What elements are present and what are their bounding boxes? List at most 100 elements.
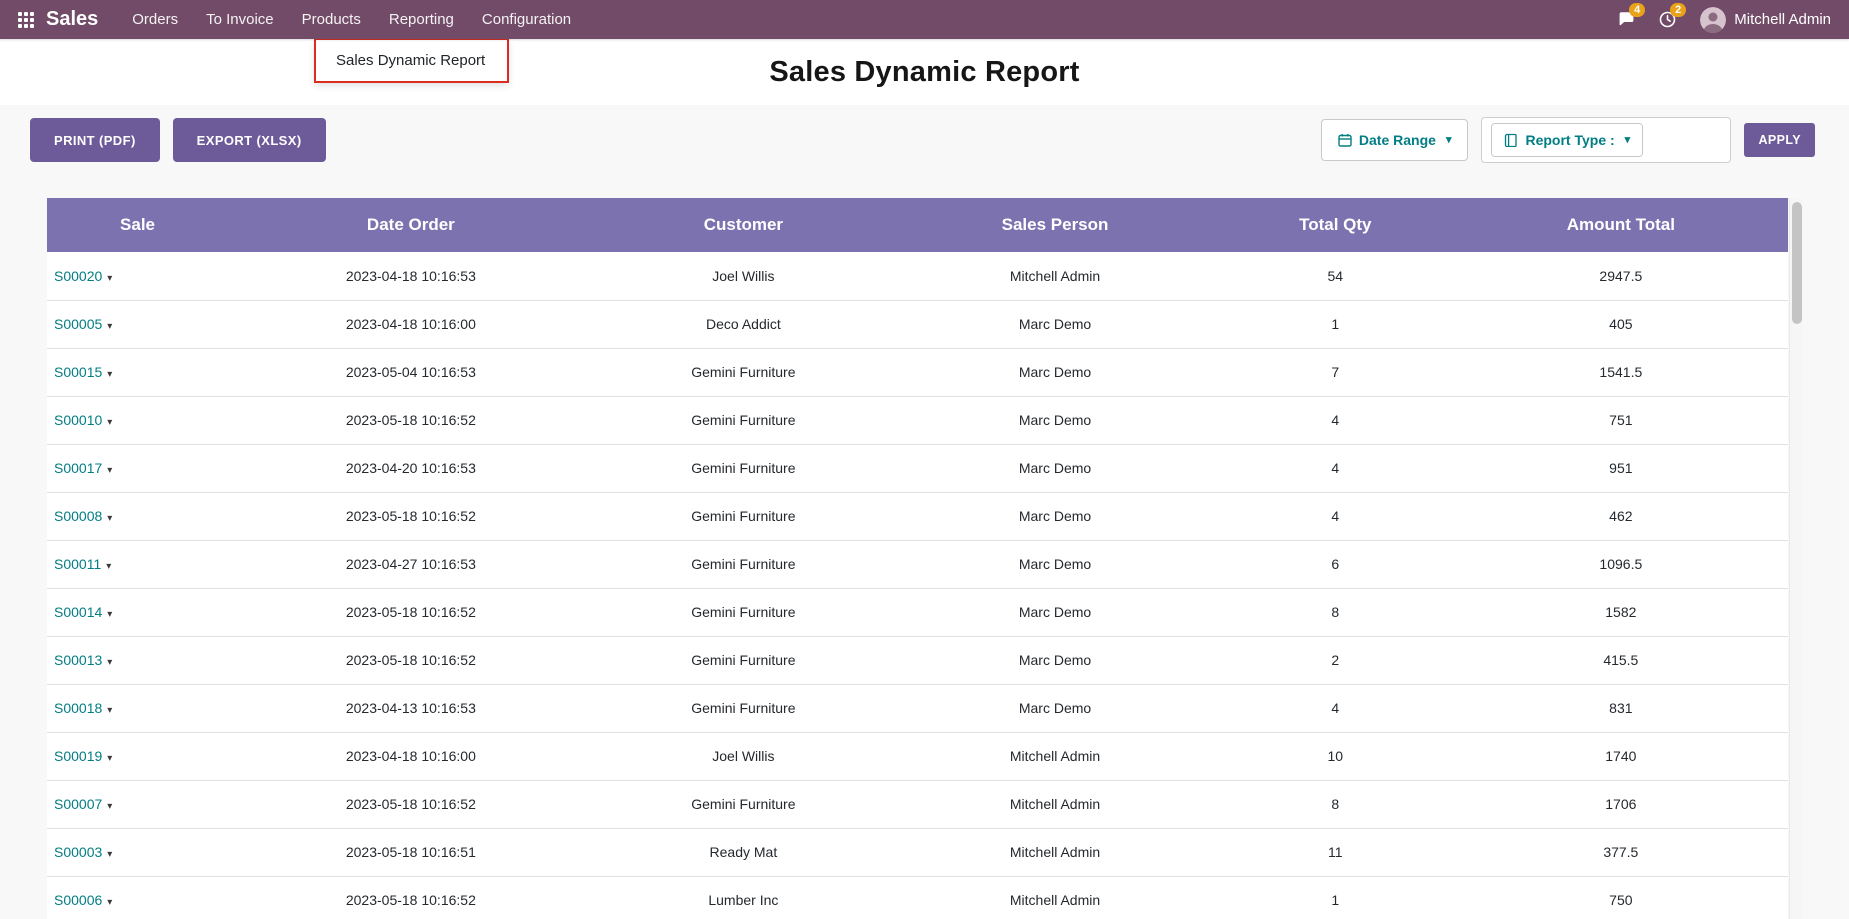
messages-badge: 4: [1629, 3, 1645, 17]
export-xlsx-button[interactable]: EXPORT (XLSX): [173, 118, 326, 162]
date-range-dropdown-button[interactable]: Date Range ▾: [1321, 119, 1469, 161]
cell-total-qty: 4: [1217, 492, 1454, 540]
table-scrollbar[interactable]: [1789, 198, 1803, 919]
column-header-sale: Sale: [47, 198, 228, 252]
cell-total-qty: 1: [1217, 876, 1454, 919]
table-row: S00020▾2023-04-18 10:16:53Joel WillisMit…: [47, 252, 1788, 300]
caret-down-icon[interactable]: ▾: [107, 321, 112, 332]
activities-badge: 2: [1670, 3, 1686, 17]
sale-order-link[interactable]: S00005: [54, 316, 102, 332]
cell-sale: S00018 ▾: [47, 684, 228, 732]
cell-sales-person: Marc Demo: [893, 636, 1217, 684]
caret-down-icon[interactable]: ▾: [107, 897, 112, 908]
sale-order-link[interactable]: S00017: [54, 460, 102, 476]
apps-menu-button[interactable]: [10, 6, 42, 34]
caret-down-icon[interactable]: ▾: [107, 753, 112, 764]
cell-sale: S00014 ▾: [47, 588, 228, 636]
toolbar-filters: Date Range ▾ Report Type : ▾ APPLY: [1321, 117, 1815, 163]
scrollbar-thumb[interactable]: [1792, 202, 1802, 324]
sale-order-link[interactable]: S00008: [54, 508, 102, 524]
sale-order-link[interactable]: S00013: [54, 652, 102, 668]
cell-total-qty: 4: [1217, 444, 1454, 492]
calendar-icon: [1338, 133, 1352, 147]
caret-down-icon[interactable]: ▾: [107, 273, 112, 284]
cell-sale: S00020 ▾: [47, 252, 228, 300]
caret-down-icon[interactable]: ▾: [106, 561, 111, 572]
user-menu[interactable]: Mitchell Admin: [1700, 7, 1831, 33]
caret-down-icon[interactable]: ▾: [107, 417, 112, 428]
table-row: S00014▾2023-05-18 10:16:52Gemini Furnitu…: [47, 588, 1788, 636]
table-row: S00013▾2023-05-18 10:16:52Gemini Furnitu…: [47, 636, 1788, 684]
sale-order-link[interactable]: S00003: [54, 844, 102, 860]
cell-sales-person: Mitchell Admin: [893, 252, 1217, 300]
cell-total-qty: 4: [1217, 684, 1454, 732]
column-header-total-qty: Total Qty: [1217, 198, 1454, 252]
menu-item-sales-dynamic-report[interactable]: Sales Dynamic Report: [316, 40, 507, 81]
sale-order-link[interactable]: S00020: [54, 268, 102, 284]
caret-down-icon[interactable]: ▾: [107, 465, 112, 476]
table-row: S00008 ▾ 2023-05-18 10:16:52Gemini Furnitu…: [47, 492, 1788, 540]
caret-down-icon[interactable]: ▾: [107, 513, 112, 524]
table-row: S00017▾2023-04-20 10:16:53Gemini Furnitu…: [47, 444, 1788, 492]
cell-total-qty: 10: [1217, 732, 1454, 780]
page-title: Sales Dynamic Report: [769, 56, 1079, 89]
cell-date-order: 2023-05-18 10:16:52: [228, 636, 594, 684]
activities-button[interactable]: 2: [1659, 11, 1676, 28]
cell-date-order: 2023-04-20 10:16:53: [228, 444, 594, 492]
cell-date-order: 2023-05-18 10:16:52: [228, 492, 594, 540]
nav-item-products[interactable]: Products: [288, 0, 375, 39]
sale-order-link[interactable]: S00006: [54, 892, 102, 908]
cell-amount-total: 831: [1454, 684, 1788, 732]
caret-down-icon[interactable]: ▾: [107, 657, 112, 668]
caret-down-icon[interactable]: ▾: [107, 801, 112, 812]
sale-order-link[interactable]: S00014: [54, 604, 102, 620]
cell-customer: Gemini Furniture: [594, 684, 893, 732]
cell-sales-person: Mitchell Admin: [893, 828, 1217, 876]
apply-button[interactable]: APPLY: [1744, 123, 1815, 157]
cell-sales-person: Marc Demo: [893, 444, 1217, 492]
sale-order-link[interactable]: S00010: [54, 412, 102, 428]
caret-down-icon[interactable]: ▾: [107, 369, 112, 380]
sale-order-link[interactable]: S00015: [54, 364, 102, 380]
caret-down-icon[interactable]: ▾: [107, 609, 112, 620]
table-row: S00007▾2023-05-18 10:16:52Gemini Furnitu…: [47, 780, 1788, 828]
user-avatar: [1700, 7, 1726, 33]
cell-customer: Gemini Furniture: [594, 396, 893, 444]
report-type-dropdown-button[interactable]: Report Type : ▾: [1491, 123, 1643, 157]
nav-item-reporting[interactable]: Reporting: [375, 0, 468, 39]
apps-grid-icon: [18, 12, 34, 28]
report-type-group: Report Type : ▾: [1481, 117, 1731, 163]
cell-date-order: 2023-05-18 10:16:51: [228, 828, 594, 876]
book-icon: [1504, 133, 1518, 147]
caret-down-icon[interactable]: ▾: [107, 849, 112, 860]
nav-item-orders[interactable]: Orders: [118, 0, 192, 39]
cell-sale: S00007 ▾: [47, 780, 228, 828]
cell-date-order: 2023-04-18 10:16:00: [228, 732, 594, 780]
sale-order-link[interactable]: S00018: [54, 700, 102, 716]
app-brand[interactable]: Sales: [46, 8, 98, 31]
messages-button[interactable]: 4: [1618, 11, 1635, 28]
cell-sales-person: Marc Demo: [893, 684, 1217, 732]
cell-date-order: 2023-04-13 10:16:53: [228, 684, 594, 732]
cell-sales-person: Marc Demo: [893, 492, 1217, 540]
sale-order-link[interactable]: S00019: [54, 748, 102, 764]
cell-customer: Gemini Furniture: [594, 780, 893, 828]
cell-total-qty: 54: [1217, 252, 1454, 300]
print-pdf-button[interactable]: PRINT (PDF): [30, 118, 160, 162]
table-row: S00006▾2023-05-18 10:16:52Lumber IncMitc…: [47, 876, 1788, 919]
table-row: S00018 ▾ 2023-04-13 10:16:53Gemini Furnitu…: [47, 684, 1788, 732]
cell-sale: S00019 ▾: [47, 732, 228, 780]
nav-item-configuration[interactable]: Configuration: [468, 0, 585, 39]
cell-customer: Gemini Furniture: [594, 492, 893, 540]
column-header-customer: Customer: [594, 198, 893, 252]
cell-customer: Ready Mat: [594, 828, 893, 876]
sale-order-link[interactable]: S00007: [54, 796, 102, 812]
cell-sales-person: Marc Demo: [893, 300, 1217, 348]
caret-down-icon[interactable]: ▾: [107, 705, 112, 716]
sale-order-link[interactable]: S00011: [54, 556, 101, 572]
nav-item-to-invoice[interactable]: To Invoice: [192, 0, 288, 39]
caret-down-icon: ▾: [1446, 135, 1452, 146]
cell-customer: Joel Willis: [594, 732, 893, 780]
column-header-date-order: Date Order: [228, 198, 594, 252]
cell-amount-total: 1096.5: [1454, 540, 1788, 588]
